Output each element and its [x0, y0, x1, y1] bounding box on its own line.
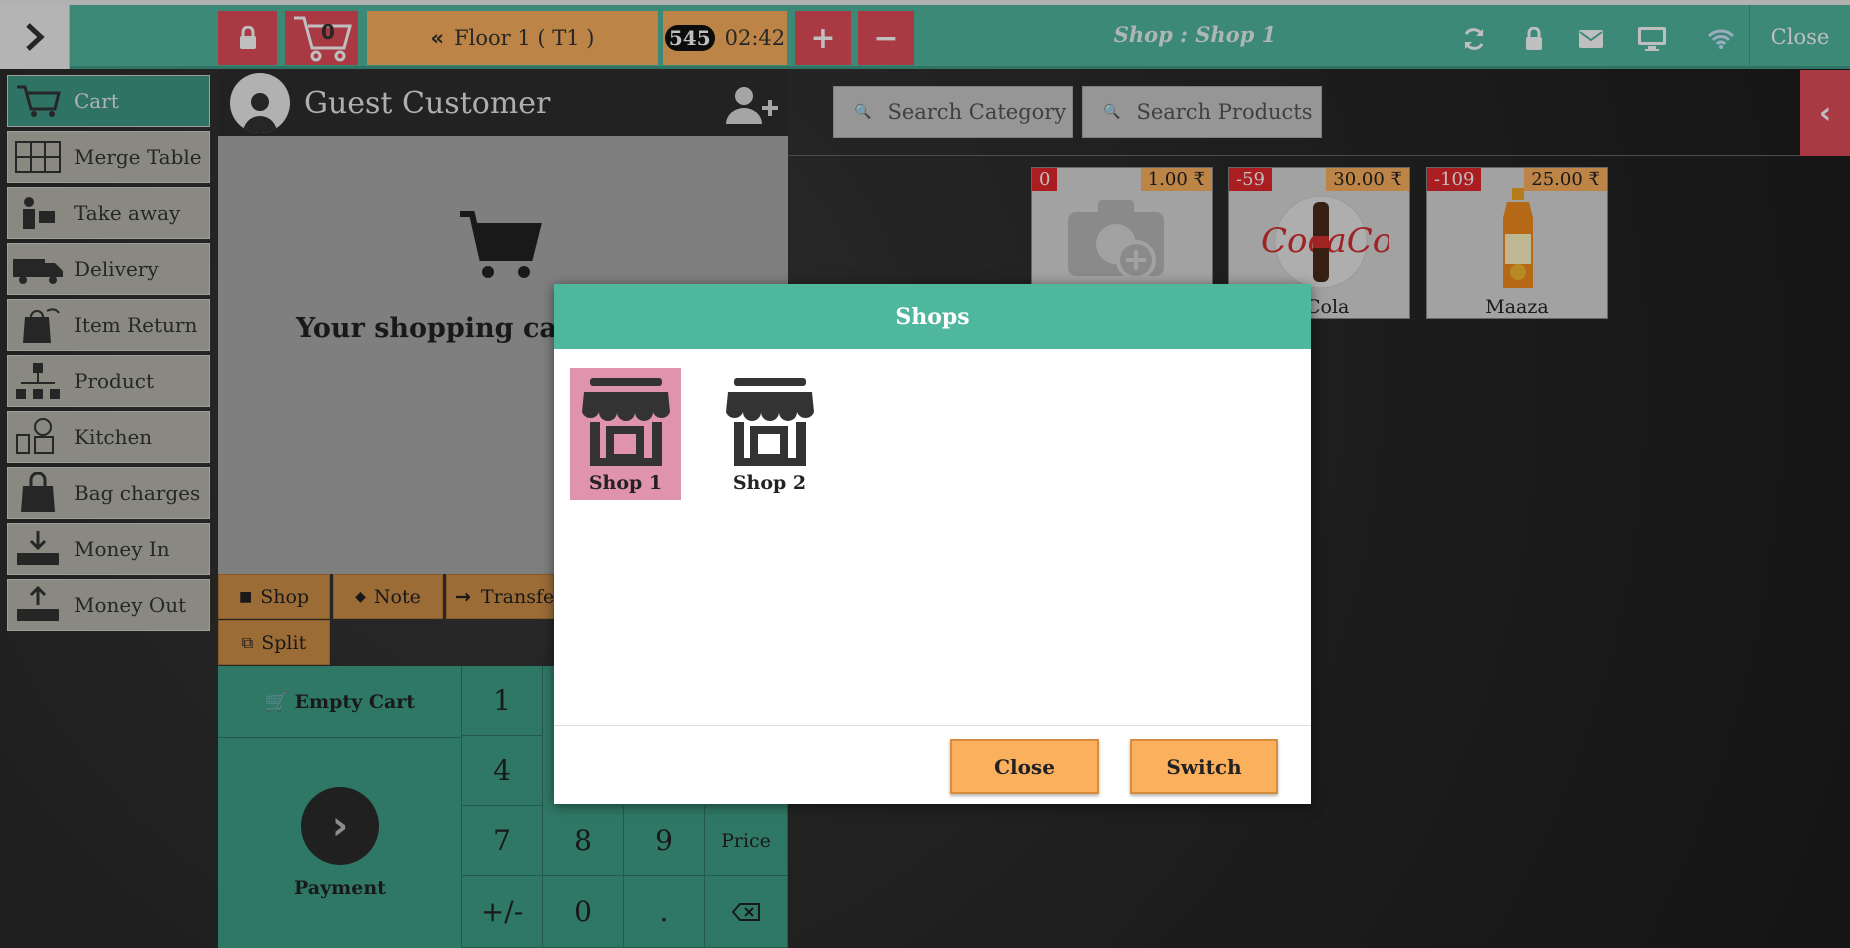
shops-dialog: Shops Shop 1 Shop 2 Close Switch — [554, 284, 1311, 804]
dialog-close-button[interactable]: Close — [950, 739, 1099, 794]
dialog-title: Shops — [554, 284, 1311, 349]
shop-label: Shop 1 — [588, 472, 663, 494]
shop-label: Shop 2 — [732, 472, 807, 494]
shop-option-2[interactable]: Shop 2 — [714, 368, 825, 500]
store-icon — [581, 378, 670, 466]
shop-option-1[interactable]: Shop 1 — [570, 368, 681, 500]
dialog-switch-button[interactable]: Switch — [1130, 739, 1278, 794]
store-icon — [725, 378, 814, 466]
dialog-divider — [554, 725, 1311, 726]
